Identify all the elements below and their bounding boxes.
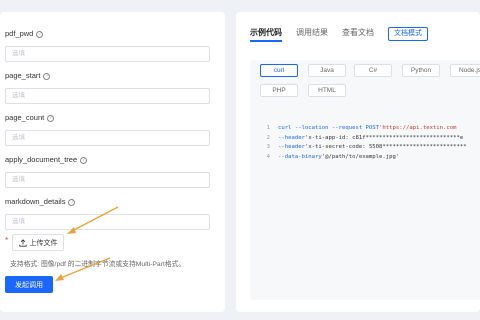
upload-label: 上传文件: [29, 239, 58, 247]
apply-document-tree-input[interactable]: 选填: [5, 172, 210, 188]
code-value: 'x-ti-secret-code: 5508*****************…: [304, 144, 467, 150]
code-panel: curl Java C# Python Node.js PHP HTML 1 c…: [250, 60, 480, 300]
tab-call-result[interactable]: 调用结果: [296, 26, 328, 42]
help-icon[interactable]: ?: [43, 72, 51, 80]
line-number: 3: [266, 144, 270, 150]
field-label: apply_document_tree: [5, 155, 78, 164]
result-tabs: 示例代码 调用结果 查看文档 文档模式: [250, 26, 428, 42]
line-number: 2: [266, 134, 270, 141]
code-block: 1 curl --location --request POST 'https:…: [250, 124, 480, 162]
field-label: page_start: [5, 71, 41, 80]
lang-nodejs-button[interactable]: Node.js: [450, 64, 480, 77]
field-page-start: page_start? 选填: [5, 70, 210, 104]
field-apply-document-tree: apply_document_tree? 选填: [5, 154, 210, 188]
code-flag: --data-binary: [278, 153, 322, 160]
code-example-card: 示例代码 调用结果 查看文档 文档模式 curl Java C# Python …: [236, 12, 480, 312]
lang-html-button[interactable]: HTML: [308, 84, 346, 97]
code-line: 3 --header 'x-ti-secret-code: 5508******…: [250, 143, 480, 153]
lang-java-button[interactable]: Java: [308, 64, 346, 77]
field-pdf-pwd: pdf_pwd? 选填: [5, 28, 210, 62]
field-markdown-details: markdown_details? 选填: [5, 196, 210, 230]
tab-example-code[interactable]: 示例代码: [250, 26, 282, 42]
code-url: 'https://api.textin.com: [379, 125, 457, 131]
required-star: *: [5, 236, 9, 245]
lang-csharp-button[interactable]: C#: [354, 64, 392, 77]
pdf-pwd-input[interactable]: 选填: [5, 46, 210, 62]
code-flag: --header: [278, 134, 305, 141]
code-line: 4 --data-binary '@/path/to/example.jpg': [250, 153, 480, 163]
field-label: page_count: [5, 113, 45, 122]
code-command: curl --location --request POST: [278, 125, 380, 131]
line-number: 1: [266, 125, 270, 131]
field-page-count: page_count? 选填: [5, 112, 210, 146]
code-line: 2 --header 'x-ti-app-id: c81f***********…: [250, 134, 480, 144]
upload-icon: [18, 238, 27, 247]
field-label: pdf_pwd: [5, 29, 34, 38]
tab-document-mode[interactable]: 文档模式: [388, 27, 428, 41]
submit-call-button[interactable]: 发起调用: [5, 276, 53, 293]
page-start-input[interactable]: 选填: [5, 88, 210, 104]
upload-file-button[interactable]: 上传文件: [12, 234, 64, 251]
tab-view-docs[interactable]: 查看文档: [342, 26, 374, 42]
help-icon[interactable]: ?: [80, 156, 88, 164]
field-label: markdown_details: [5, 197, 66, 206]
help-icon[interactable]: ?: [36, 30, 44, 38]
line-number: 4: [266, 153, 270, 160]
help-icon[interactable]: ?: [47, 114, 55, 122]
help-icon[interactable]: ?: [68, 198, 76, 206]
code-line: 1 curl --location --request POST 'https:…: [250, 124, 480, 134]
markdown-details-input[interactable]: 选填: [5, 214, 210, 230]
code-flag: --header: [278, 144, 305, 150]
lang-php-button[interactable]: PHP: [260, 84, 298, 97]
support-format-text: 支持格式: 图像/pdf 的二进制字节流或支持Multi-Part格式。: [10, 261, 186, 268]
code-value: 'x-ti-app-id: c81f**********************…: [304, 134, 464, 141]
lang-python-button[interactable]: Python: [402, 64, 440, 77]
code-value: '@/path/to/example.jpg': [321, 153, 400, 160]
lang-curl-button[interactable]: curl: [260, 64, 298, 77]
page-count-input[interactable]: 选填: [5, 130, 210, 146]
